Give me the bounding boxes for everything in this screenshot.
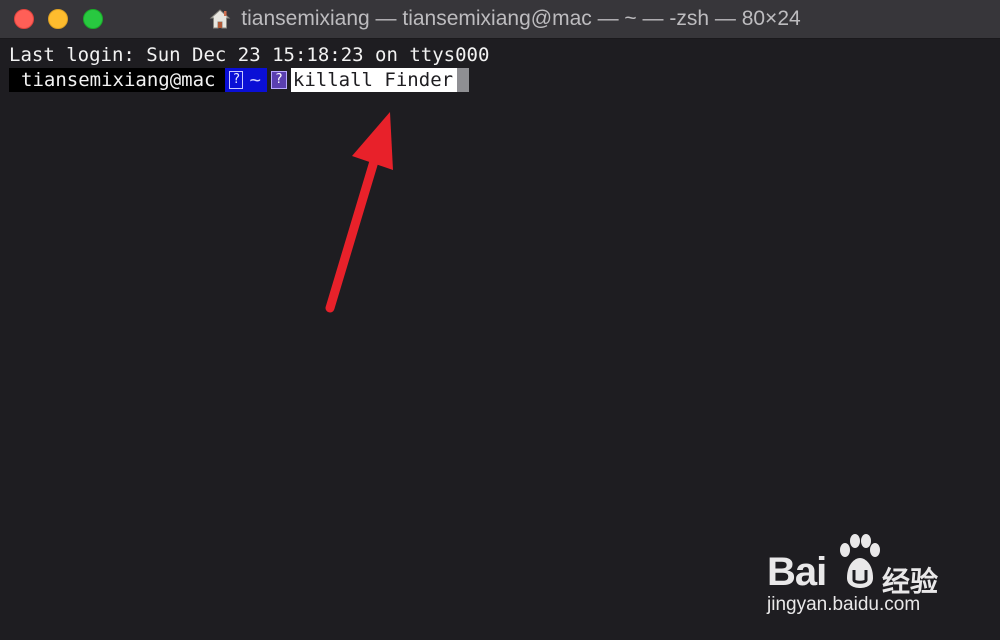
baidu-watermark: Bai 经验 jingyan.baidu.com [765, 530, 950, 622]
prompt-user-host: tiansemixiang@mac [9, 68, 226, 92]
terminal-window: tiansemixiang — tiansemixiang@mac — ~ — … [0, 0, 1000, 640]
last-login-line: Last login: Sun Dec 23 15:18:23 on ttys0… [9, 44, 490, 66]
prompt-directory-segment: ? ~ [225, 68, 267, 92]
prompt-line: tiansemixiang@mac ? ~ ? killall Finder [9, 68, 470, 92]
home-icon [209, 8, 231, 30]
watermark-url: jingyan.baidu.com [767, 594, 921, 615]
prompt-directory: ~ [249, 69, 261, 91]
missing-glyph-icon: ? [229, 71, 244, 89]
window-title: tiansemixiang — tiansemixiang@mac — ~ — … [241, 7, 801, 30]
text-cursor [457, 68, 470, 92]
missing-glyph-icon: ? [270, 71, 287, 89]
watermark-brand: Bai [767, 550, 827, 594]
command-text[interactable]: killall Finder [290, 68, 458, 92]
prompt-separator: ? [266, 68, 291, 92]
window-title-group: tiansemixiang — tiansemixiang@mac — ~ — … [0, 0, 1000, 38]
title-bar[interactable]: tiansemixiang — tiansemixiang@mac — ~ — … [0, 0, 1000, 39]
paw-logo-icon [840, 534, 880, 588]
